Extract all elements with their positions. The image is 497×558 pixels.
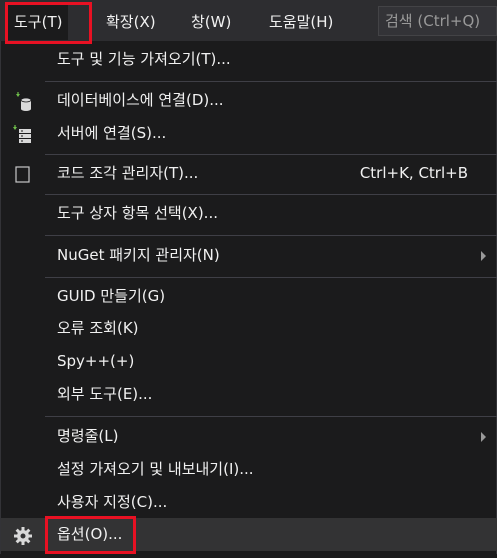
menu-separator [45,81,497,82]
search-input[interactable]: 검색 (Ctrl+Q) [378,6,497,36]
menu-item-label: 설정 가져오기 및 내보내기(I)... [57,460,254,478]
menu-item-get-tools[interactable]: 도구 및 기능 가져오기(T)... [1,43,497,76]
menu-item-choose-toolbox-items[interactable]: 도구 상자 항목 선택(X)... [1,197,497,230]
menu-item-label: Spy++(+) [57,352,135,370]
menu-item-create-guid[interactable]: GUID 만들기(G) [1,280,497,313]
menu-item-options[interactable]: 옵션(O)... [1,518,497,551]
menu-help[interactable]: 도움말(H) [263,4,339,40]
menu-item-label: 명령줄(L) [57,427,119,445]
menu-separator [45,416,497,417]
server-connect-icon [13,124,33,144]
database-connect-icon [13,91,33,111]
menu-item-label: NuGet 패키지 관리자(N) [57,246,220,264]
menu-item-label: 오류 조회(K) [57,319,139,337]
menu-bar: 도구(T) 확장(X) 창(W) 도움말(H) 검색 (Ctrl+Q) [0,0,497,41]
menu-item-code-snippets-manager[interactable]: 코드 조각 관리자(T)... Ctrl+K, Ctrl+B [1,157,497,190]
menu-item-connect-database[interactable]: 데이터베이스에 연결(D)... [1,84,497,117]
menu-window[interactable]: 창(W) [185,4,237,40]
menu-item-label: GUID 만들기(G) [57,287,166,305]
menu-item-label: 도구 및 기능 가져오기(T)... [57,50,231,68]
menu-item-label: 사용자 지정(C)... [57,493,168,511]
menu-item-label: 도구 상자 항목 선택(X)... [57,204,218,222]
menu-item-import-export-settings[interactable]: 설정 가져오기 및 내보내기(I)... [1,453,497,486]
submenu-arrow-icon [481,251,486,261]
menu-item-shortcut: Ctrl+K, Ctrl+B [359,164,468,182]
menu-separator [45,194,497,195]
submenu-arrow-icon [481,432,486,442]
menu-separator [45,154,497,155]
menu-item-label: 외부 도구(E)... [57,385,153,403]
menu-item-label: 데이터베이스에 연결(D)... [57,91,224,109]
menu-item-error-lookup[interactable]: 오류 조회(K) [1,312,497,345]
menu-item-connect-server[interactable]: 서버에 연결(S)... [1,117,497,150]
menu-tools[interactable]: 도구(T) [8,4,69,40]
menu-item-command-line[interactable]: 명령줄(L) [1,420,497,453]
checkbox-icon [13,164,33,184]
menu-item-label: 코드 조각 관리자(T)... [57,164,199,182]
gear-icon [13,525,33,545]
menu-item-label: 옵션(O)... [57,525,123,543]
menu-item-nuget-package-manager[interactable]: NuGet 패키지 관리자(N) [1,239,497,272]
menu-item-spy[interactable]: Spy++(+) [1,345,497,378]
tools-dropdown-menu: 도구 및 기능 가져오기(T)... 데이터베이스에 연결(D)... 서버에 … [0,41,497,554]
menu-extensions[interactable]: 확장(X) [100,4,162,40]
menu-item-label: 서버에 연결(S)... [57,124,167,142]
menu-item-customize[interactable]: 사용자 지정(C)... [1,486,497,519]
menu-item-external-tools[interactable]: 외부 도구(E)... [1,378,497,411]
menu-separator [45,235,497,236]
menu-separator [45,277,497,278]
